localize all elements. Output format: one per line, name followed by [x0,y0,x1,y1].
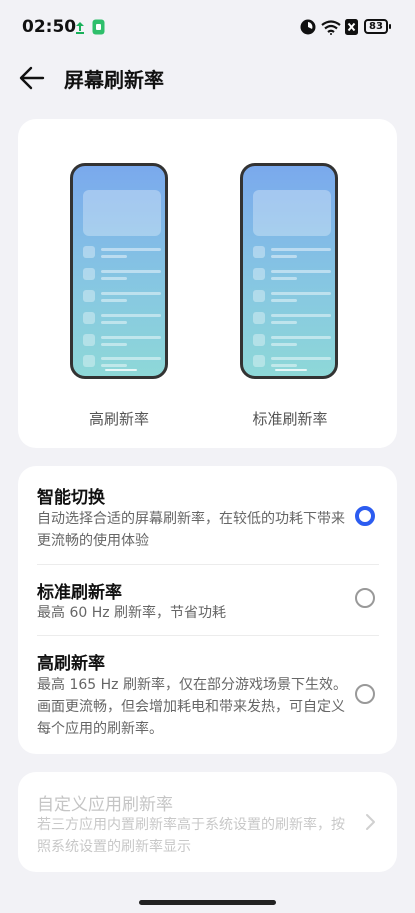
radio-unselected[interactable] [355,588,375,608]
header: 屏幕刷新率 [0,54,415,102]
option-high-refresh[interactable]: 高刷新率 最高 165 Hz 刷新率，仅在部分游戏场景下生效。画面更流畅，但会增… [18,636,397,754]
wifi-icon [321,20,341,35]
radio-selected[interactable] [355,506,375,526]
standard-refresh-preview [240,163,338,379]
x-badge-icon [345,19,358,35]
home-indicator[interactable] [139,900,276,905]
option-desc: 自动选择合适的屏幕刷新率，在较低的功耗下带来更流畅的使用体验 [37,511,345,549]
high-refresh-label: 高刷新率 [88,410,149,428]
chevron-right-icon [366,814,375,830]
standard-refresh-label: 标准刷新率 [252,410,328,428]
option-desc: 最高 165 Hz 刷新率，仅在部分游戏场景下生效。画面更流畅，但会增加耗电和带… [37,677,347,737]
refresh-options-card: 智能切换 自动选择合适的屏幕刷新率，在较低的功耗下带来更流畅的使用体验 标准刷新… [18,466,397,754]
status-bar: 02:50 83 [0,0,415,54]
status-circle-icon [300,19,316,35]
high-refresh-preview [70,163,168,379]
arrow-left-icon[interactable] [18,64,46,92]
option-title: 高刷新率 [37,654,105,674]
option-standard-refresh[interactable]: 标准刷新率 最高 60 Hz 刷新率，节省功耗 [18,565,397,635]
sim-icon [92,19,105,35]
sync-icon [76,22,84,34]
radio-unselected[interactable] [355,684,375,704]
option-desc: 最高 60 Hz 刷新率，节省功耗 [37,605,227,621]
page-title: 屏幕刷新率 [64,68,164,92]
option-title: 智能切换 [37,488,105,508]
option-title: 标准刷新率 [37,583,122,603]
status-time: 02:50 [22,17,77,37]
preview-card: 高刷新率 标准刷新率 [18,119,397,448]
battery-icon: 83 [364,19,391,34]
option-smart-switch[interactable]: 智能切换 自动选择合适的屏幕刷新率，在较低的功耗下带来更流畅的使用体验 [18,466,397,564]
custom-title: 自定义应用刷新率 [37,795,173,815]
custom-desc: 若三方应用内置刷新率高于系统设置的刷新率，按照系统设置的刷新率显示 [37,817,345,855]
custom-app-refresh-card[interactable]: 自定义应用刷新率 若三方应用内置刷新率高于系统设置的刷新率，按照系统设置的刷新率… [18,772,397,872]
